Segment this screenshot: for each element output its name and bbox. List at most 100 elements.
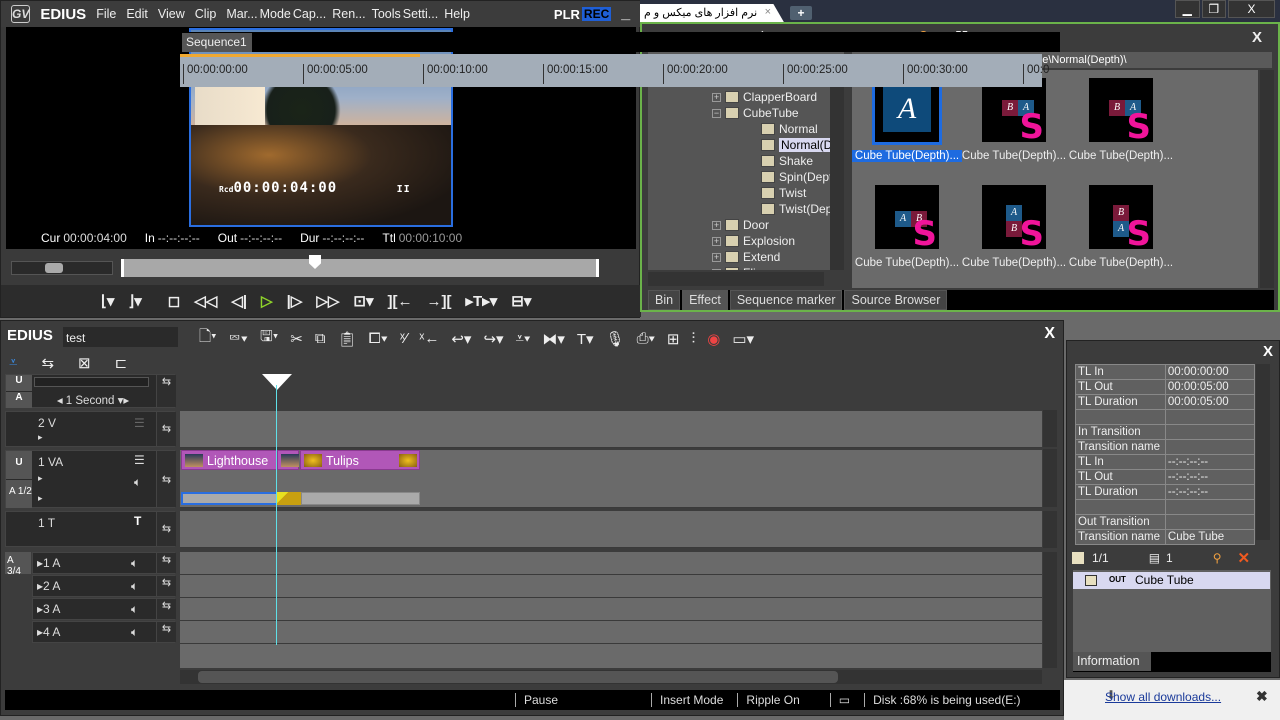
info-scrollbar[interactable] [1256,364,1270,540]
tree-node[interactable]: Twist(Depth) [748,202,838,216]
hscroll-thumb[interactable] [198,671,838,683]
tree-node[interactable]: + Extend [712,250,780,264]
sync-icon[interactable]: ⇆ [156,599,176,619]
track-header-1va[interactable]: U A 1/2 1 VA ▸ ▸ ☰ 🔈︎ ⇆ [5,450,176,508]
audio-clip-tulips[interactable] [301,492,420,505]
tree-node[interactable]: +Flip [712,266,762,270]
vectorscope-icon[interactable]: ◉ [707,330,720,348]
replace-clip-icon[interactable]: ⧠▾ [369,330,388,347]
loop-button[interactable]: ⊡▾ [353,292,373,310]
position-scrubber[interactable] [121,255,599,277]
audio-patch-icon[interactable]: A [6,392,32,408]
speaker-icon[interactable]: 🔈︎ [131,579,138,594]
transition-icon[interactable]: ⧓▾ [542,330,565,348]
effect-item[interactable]: B A S Cube Tube(Depth)... [1066,185,1176,269]
browser-restore-button[interactable]: ❐ [1201,0,1226,18]
tree-node[interactable]: + ClapperBoard [712,90,817,104]
sync-icon[interactable]: ⇆ [156,576,176,596]
show-all-downloads-link[interactable]: Show all downloads... [1105,690,1221,704]
ripple-delete-icon[interactable]: ˣ← [419,330,439,347]
delete-icon[interactable]: ˣ⁄ [400,330,407,347]
sync-icon[interactable]: ⇆ [156,375,176,407]
audio-mixer-icon[interactable]: ⫶ [691,330,695,347]
browser-tab[interactable]: نرم افزار های میکس و م × [640,4,785,24]
video-patch-icon[interactable]: U [6,375,32,391]
insert-to-timeline-button[interactable]: ⊟▾ [511,292,531,310]
new-tab-button[interactable]: + [790,6,812,20]
speaker-icon[interactable]: 🔈︎ [134,475,141,490]
step-forward-button[interactable]: |▷ [287,292,303,310]
effect-item[interactable]: A Cube Tube(Depth)... [852,75,962,162]
set-out-button[interactable]: ⌋▾ [128,292,141,310]
track-header-4a[interactable]: ▸4 A 🔈︎ ⇆ [32,621,176,643]
sync-icon[interactable]: ⇆ [156,451,176,507]
open-project-icon[interactable]: ⮹▾ [229,330,248,347]
insert-button[interactable]: ][← [388,293,413,310]
step-back-button[interactable]: ◁| [231,292,247,310]
menu-file[interactable]: File [96,7,116,21]
tab-sequence-marker[interactable]: Sequence marker [729,290,843,310]
effect-item[interactable]: A B S Cube Tube(Depth)... [852,185,962,269]
tree-node[interactable]: Shake [748,154,813,168]
track-area-3a[interactable] [180,598,1042,621]
track-area-4a[interactable] [180,621,1042,644]
title-track-icon[interactable]: T [134,514,141,528]
track-area-1t[interactable] [180,511,1042,548]
menu-help[interactable]: Help [444,7,470,21]
add-cut-icon[interactable]: ⩡▾ [516,330,531,347]
tree-node[interactable]: Spin(Depth) [748,170,838,184]
audio-patch-34-button[interactable]: A 3/4 [5,552,31,577]
rec-toggle[interactable]: REC [581,7,612,21]
expand-toggle-icon[interactable]: + [712,220,721,230]
expand-toggle-icon[interactable]: + [712,252,721,262]
expand-toggle-icon[interactable]: + [712,268,721,270]
sync-lock-icon[interactable]: ⇆ [41,354,54,372]
track-area-1va[interactable]: Lighthouse Tulips [180,450,1042,508]
menu-tools[interactable]: Tools [372,7,401,21]
audio-clip-lighthouse[interactable] [181,492,279,505]
sync-icon[interactable]: ⇆ [156,512,176,546]
multicam-icon[interactable]: ⊞ [667,330,680,348]
track-area-2v[interactable] [180,411,1042,448]
speaker-icon[interactable]: 🔈︎ [131,625,138,640]
cut-icon[interactable]: ✂ [290,330,303,348]
properties-icon[interactable]: ⚲ [1213,551,1222,565]
menu-view[interactable]: View [158,7,185,21]
sequence-tab[interactable]: Sequence1 [182,33,252,52]
undo-icon[interactable]: ↩▾ [451,330,471,348]
clip-lighthouse-tail[interactable] [277,450,299,470]
set-in-button[interactable]: ⌊▾ [101,292,114,310]
track-header-2a[interactable]: ▸2 A 🔈︎ ⇆ [32,575,176,597]
menu-settings[interactable]: Setti... [403,7,438,21]
rewind-button[interactable]: ◁◁ [194,292,217,310]
tab-source-browser[interactable]: Source Browser [844,290,948,310]
track-scroll-1va[interactable] [1043,449,1057,507]
menu-mode[interactable]: Mode [260,7,291,21]
shuttle-slider[interactable] [11,261,113,275]
tree-vertical-scrollbar[interactable] [830,70,844,270]
downloads-close-button[interactable]: ✖ [1256,688,1268,705]
tree-horizontal-scrollbar[interactable] [648,272,824,286]
tree-node[interactable]: − CubeTube [712,106,799,120]
minimize-button[interactable]: _ [621,5,630,23]
scrubber-handle[interactable] [309,255,321,269]
stop-button[interactable]: ◻ [168,292,180,310]
timescale-select[interactable]: ◂ 1 Second ▾▸ [34,393,152,407]
track-scroll-2v[interactable] [1043,410,1057,447]
menu-render[interactable]: Ren... [332,7,365,21]
filter-list-item[interactable]: OUT Cube Tube [1073,572,1270,589]
tree-node[interactable]: Normal(Depth [748,138,838,152]
tab-effect[interactable]: Effect [682,290,728,310]
new-sequence-icon[interactable]: 🗋▾ [199,326,217,351]
expand-toggle-icon[interactable]: + [712,236,721,246]
plr-toggle[interactable]: PLR [554,7,580,22]
tab-bin[interactable]: Bin [648,290,681,310]
voiceover-icon[interactable]: 🎙︎ [606,330,625,348]
overwrite-button[interactable]: →][ [427,293,452,310]
project-name-field[interactable]: test [63,327,178,347]
tree-node[interactable]: Normal [748,122,818,136]
browser-minimize-button[interactable]: ▁ [1175,0,1200,18]
speaker-icon[interactable]: 🔈︎ [131,602,138,617]
sync-icon[interactable]: ⇆ [156,553,176,573]
effect-item[interactable]: A B S Cube Tube(Depth)... [959,185,1069,269]
